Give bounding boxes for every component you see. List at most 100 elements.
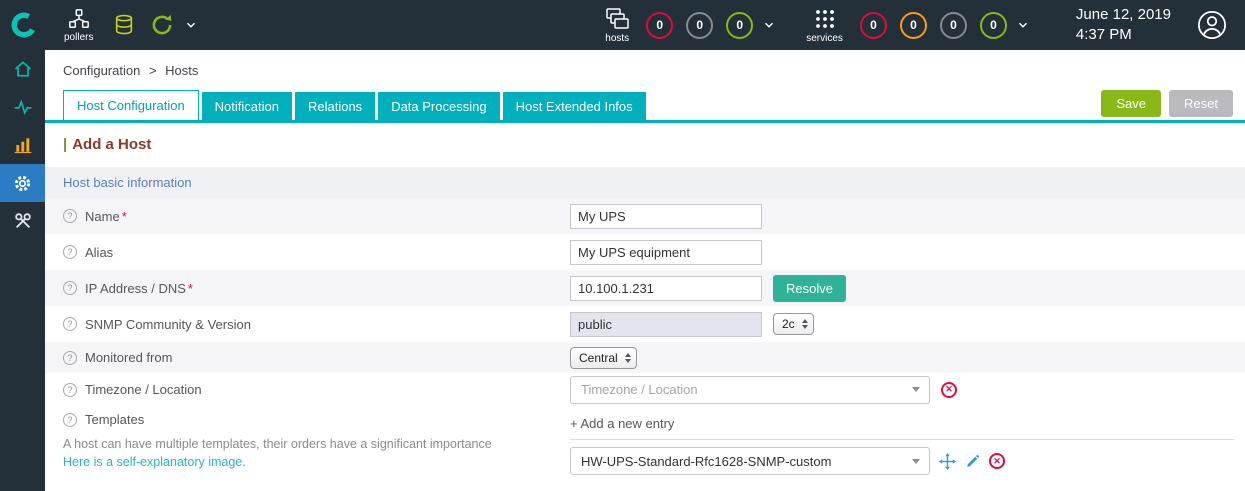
services-unknown-counter[interactable]: 0 — [940, 12, 967, 39]
services-menu[interactable]: services — [806, 7, 843, 44]
hosts-menu[interactable]: hosts — [605, 7, 629, 44]
sidebar-item-home[interactable] — [0, 50, 45, 88]
home-icon — [13, 59, 33, 79]
poller-state-ok-icon[interactable] — [149, 12, 175, 38]
form-row-name: ? Name* — [45, 198, 1245, 234]
sidebar-item-reporting[interactable] — [0, 126, 45, 164]
pollers-menu[interactable]: pollers — [64, 8, 93, 43]
sidebar-item-configuration[interactable] — [0, 164, 45, 202]
tab-relations[interactable]: Relations — [295, 92, 375, 120]
sidebar-item-administration[interactable] — [0, 202, 45, 240]
monitored-from-select[interactable]: Central — [570, 347, 637, 369]
form-row-monitored-from: ? Monitored from Central — [45, 342, 1245, 373]
main-content: Configuration > Hosts Host Configuration… — [45, 50, 1245, 491]
clock: June 12, 2019 4:37 PM — [1076, 5, 1171, 46]
page-title: |Add a Host — [45, 123, 1245, 162]
save-button[interactable]: Save — [1101, 90, 1161, 117]
snmp-label: SNMP Community & Version — [85, 317, 251, 332]
form-row-create-services: ? Create Services linked to the Template… — [45, 483, 1245, 491]
add-template-entry-link[interactable]: + Add a new entry — [570, 412, 1235, 440]
help-icon[interactable]: ? — [63, 351, 77, 365]
breadcrumb-hosts[interactable]: Hosts — [165, 63, 198, 78]
centreon-logo-icon — [11, 12, 37, 38]
monitoring-pulse-icon — [13, 97, 33, 117]
form-actions: Save Reset — [1101, 90, 1233, 117]
breadcrumb: Configuration > Hosts — [45, 50, 1245, 90]
help-icon[interactable]: ? — [63, 413, 77, 427]
clock-time: 4:37 PM — [1076, 25, 1171, 45]
database-status-icon[interactable] — [113, 14, 135, 36]
tab-host-extended-infos[interactable]: Host Extended Infos — [503, 92, 646, 120]
templates-label: Templates — [85, 412, 144, 427]
hosts-unreachable-counter[interactable]: 0 — [686, 12, 713, 39]
help-icon[interactable]: ? — [63, 281, 77, 295]
snmp-version-select[interactable]: 2c — [773, 313, 814, 335]
timezone-select[interactable]: Timezone / Location — [570, 376, 930, 404]
services-dropdown-chevron-icon[interactable] — [1016, 18, 1030, 32]
select-stepper-icon — [802, 319, 808, 329]
template-edit-pencil-icon[interactable] — [965, 454, 980, 469]
hosts-icon — [605, 7, 629, 31]
tab-bar: Host Configuration Notification Relation… — [45, 90, 1245, 123]
sidebar — [0, 50, 45, 491]
hosts-critical-counter[interactable]: 0 — [646, 12, 673, 39]
section-host-basic-information: Host basic information — [45, 167, 1245, 198]
select-stepper-icon — [625, 353, 631, 363]
breadcrumb-separator: > — [149, 63, 157, 78]
templates-help-text: A host can have multiple templates, thei… — [63, 437, 492, 451]
reset-button[interactable]: Reset — [1169, 90, 1233, 117]
form-row-ip: ? IP Address / DNS* Resolve — [45, 270, 1245, 306]
user-avatar-icon — [1197, 10, 1227, 40]
form-row-alias: ? Alias — [45, 234, 1245, 270]
alias-input[interactable] — [570, 240, 762, 265]
required-asterisk: * — [122, 209, 127, 224]
timezone-label: Timezone / Location — [85, 382, 202, 397]
configuration-gear-icon — [12, 173, 33, 194]
snmp-community-input[interactable] — [570, 312, 762, 337]
dropdown-arrow-icon — [903, 377, 929, 403]
reporting-chart-icon — [13, 135, 33, 155]
timezone-clear-icon[interactable]: ✕ — [941, 382, 957, 398]
pollers-label: pollers — [64, 32, 93, 43]
resolve-button[interactable]: Resolve — [773, 275, 846, 302]
tab-host-configuration[interactable]: Host Configuration — [63, 90, 199, 120]
name-label: Name* — [85, 209, 127, 224]
breadcrumb-configuration[interactable]: Configuration — [63, 63, 140, 78]
help-icon[interactable]: ? — [63, 245, 77, 259]
timezone-placeholder: Timezone / Location — [571, 382, 903, 397]
centreon-logo[interactable] — [0, 0, 48, 50]
services-ok-counter[interactable]: 0 — [980, 12, 1007, 39]
tab-notification[interactable]: Notification — [202, 92, 292, 120]
page-title-prefix: | — [63, 136, 67, 153]
administration-tools-icon — [13, 211, 33, 231]
help-icon[interactable]: ? — [63, 383, 77, 397]
services-icon — [813, 7, 837, 31]
templates-help-link[interactable]: Here is a self-explanatory image. — [63, 455, 246, 469]
centreon-app: pollers — [0, 0, 1245, 491]
user-menu[interactable] — [1197, 10, 1227, 40]
form-row-templates: ? Templates A host can have multiple tem… — [45, 406, 1245, 483]
services-warning-counter[interactable]: 0 — [900, 12, 927, 39]
clock-date: June 12, 2019 — [1076, 5, 1171, 25]
top-bar: pollers — [0, 0, 1245, 50]
ip-input[interactable] — [570, 276, 762, 301]
alias-label: Alias — [85, 245, 113, 260]
services-label: services — [806, 33, 843, 44]
hosts-up-counter[interactable]: 0 — [726, 12, 753, 39]
poller-dropdown-chevron-icon[interactable] — [184, 18, 198, 32]
form-row-timezone: ? Timezone / Location Timezone / Locatio… — [45, 373, 1245, 406]
tab-data-processing[interactable]: Data Processing — [378, 92, 499, 120]
template-move-icon[interactable] — [939, 453, 956, 470]
pollers-icon — [68, 8, 90, 30]
template-remove-icon[interactable]: ✕ — [989, 453, 1005, 469]
template-select[interactable]: HW-UPS-Standard-Rfc1628-SNMP-custom — [570, 447, 930, 475]
help-icon[interactable]: ? — [63, 209, 77, 223]
sidebar-item-monitoring[interactable] — [0, 88, 45, 126]
hosts-dropdown-chevron-icon[interactable] — [762, 18, 776, 32]
ip-label: IP Address / DNS* — [85, 281, 193, 296]
dropdown-arrow-icon — [903, 448, 929, 474]
name-input[interactable] — [570, 204, 762, 229]
help-icon[interactable]: ? — [63, 317, 77, 331]
services-critical-counter[interactable]: 0 — [860, 12, 887, 39]
form-row-snmp: ? SNMP Community & Version 2c — [45, 306, 1245, 342]
